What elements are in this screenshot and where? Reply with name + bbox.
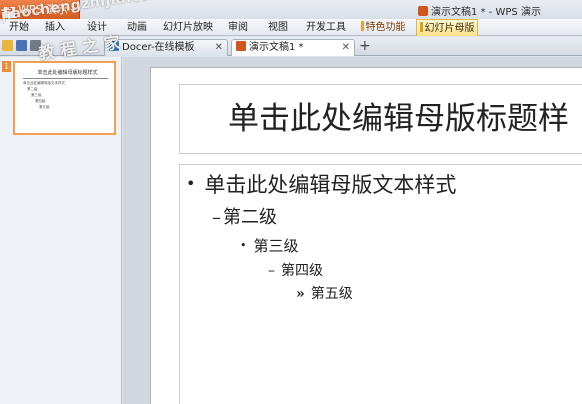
slide-thumbnail-pane: 1 单击此处编辑母版标题样式 单击此处编辑母版文本样式 第二级 第三级 第四级 … (0, 57, 122, 404)
body-placeholder[interactable]: • 单击此处编辑母版文本样式 – 第二级 • 第三级 – 第四级 » 第五级 (179, 164, 582, 404)
save-icon[interactable] (16, 40, 27, 51)
thumbnail-line: 单击此处编辑母版文本样式 (23, 81, 65, 85)
window-title: 演示文稿1 * - WPS 演示 (418, 3, 541, 18)
slide-editing-area: 单击此处编辑母版标题样 • 单击此处编辑母版文本样式 – 第二级 • 第三级 – 第四级… (123, 57, 582, 404)
text-level-1-label: 单击此处编辑母版文本样式 (204, 173, 457, 197)
close-icon[interactable]: ✕ (342, 40, 350, 55)
tab-developer[interactable]: 开发工具 (304, 19, 348, 36)
text-level-5: » 第五级 (296, 283, 353, 303)
doc-tab-docer-label: Docer-在线模板 (122, 42, 195, 53)
thumbnail-line: 第二级 (27, 87, 38, 91)
dash-bullet-icon: – (212, 207, 221, 228)
tab-slide-master[interactable]: 幻灯片母版 (416, 19, 478, 36)
text-level-3: • 第三级 (240, 235, 299, 256)
presentation-icon (418, 6, 428, 16)
title-placeholder[interactable]: 单击此处编辑母版标题样 (179, 84, 582, 154)
thumbnail-line: 第三级 (31, 93, 42, 97)
thumbnail-divider (23, 78, 108, 79)
master-marker-icon (419, 22, 423, 32)
dash-bullet-icon: – (268, 263, 275, 279)
bullet-icon: • (186, 174, 196, 193)
slide-thumbnail[interactable]: 单击此处编辑母版标题样式 单击此处编辑母版文本样式 第二级 第三级 第四级 第五… (13, 61, 116, 135)
thumbnail-title: 单击此处编辑母版标题样式 (37, 70, 98, 76)
tab-view[interactable]: 视图 (264, 19, 292, 36)
thumbnail-line: 第四级 (35, 99, 46, 103)
tab-animation[interactable]: 动画 (122, 19, 152, 36)
tab-slideshow[interactable]: 幻灯片放映 (162, 19, 214, 36)
text-level-4-label: 第四级 (281, 263, 323, 279)
special-marker-icon (360, 21, 364, 31)
slide-number: 1 (2, 61, 11, 72)
tab-review[interactable]: 审阅 (224, 19, 252, 36)
text-level-2: – 第二级 (212, 203, 277, 229)
presentation-icon (236, 41, 246, 51)
open-folder-icon[interactable] (2, 40, 13, 51)
text-level-4: – 第四级 (268, 260, 323, 280)
tab-insert[interactable]: 插入 (40, 19, 70, 36)
master-slide-canvas[interactable]: 单击此处编辑母版标题样 • 单击此处编辑母版文本样式 – 第二级 • 第三级 – 第四级… (150, 67, 582, 404)
bullet-icon: • (240, 239, 247, 252)
doc-tab-presentation[interactable]: 演示文稿1 * ✕ (231, 39, 355, 56)
window-title-text: 演示文稿1 * - WPS 演示 (431, 7, 541, 18)
text-level-1: • 单击此处编辑母版文本样式 (186, 169, 456, 199)
new-tab-button[interactable]: + (359, 38, 371, 55)
chevron-bullet-icon: » (296, 286, 305, 302)
text-level-5-label: 第五级 (310, 286, 353, 302)
text-level-2-label: 第二级 (223, 207, 277, 228)
close-icon[interactable]: ✕ (215, 40, 223, 55)
thumbnail-line: 第五级 (39, 105, 50, 109)
tab-special-features-label: 特色功能 (365, 22, 406, 33)
text-level-3-label: 第三级 (253, 237, 299, 255)
tab-slide-master-label: 幻灯片母版 (424, 23, 475, 34)
tab-special-features[interactable]: 特色功能 (358, 19, 408, 36)
doc-tab-presentation-label: 演示文稿1 * (249, 42, 304, 53)
